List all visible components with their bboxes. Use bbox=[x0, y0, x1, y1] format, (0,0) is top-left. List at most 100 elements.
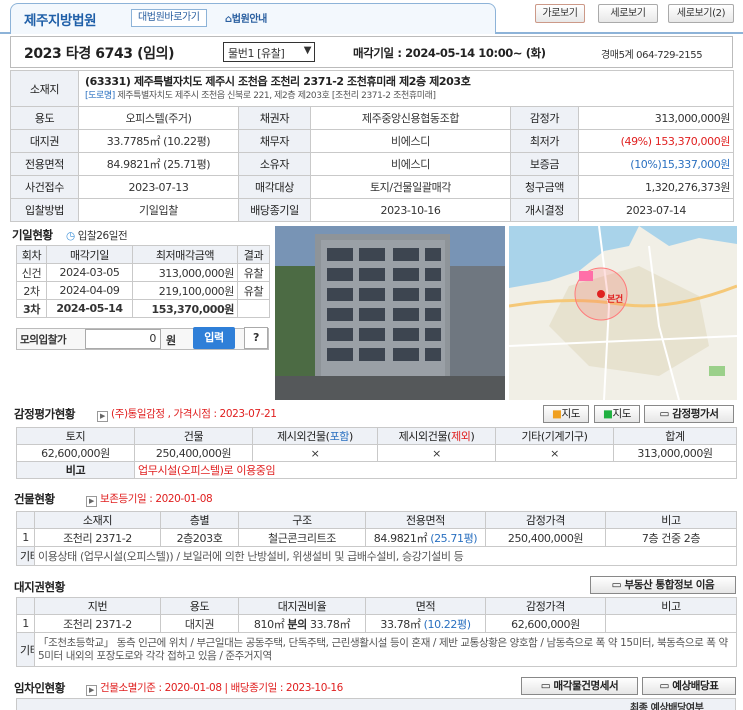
location-map[interactable]: 본건 bbox=[509, 226, 737, 400]
info-value: 2023-10-16 bbox=[310, 198, 511, 222]
info-label: 전용면적 bbox=[10, 152, 79, 176]
vertical-view2-button[interactable]: 세로보기(2) bbox=[668, 4, 734, 23]
sale-statement-button[interactable]: ▭ 매각물건명세서 bbox=[521, 677, 638, 695]
land-header: 용도 bbox=[160, 597, 239, 615]
building-header: 비고 bbox=[605, 511, 737, 529]
daum-icon: ■ bbox=[551, 408, 562, 420]
toggle-icon[interactable]: ▶ bbox=[86, 496, 97, 507]
appraisal-cell: 62,600,000원 bbox=[16, 444, 135, 462]
bidding-cell: 3차 bbox=[16, 299, 47, 318]
appraisal-note: 업무시설(오피스텔)로 이용중임 bbox=[134, 461, 737, 479]
bidding-cell bbox=[237, 299, 270, 318]
building-etc: 이용상태 (업무시설(오피스텔)) / 보일러에 의한 난방설비, 위생설비 및… bbox=[34, 546, 737, 566]
land-cell: 810㎡ 분의 33.78㎡ bbox=[238, 614, 366, 633]
tenant-table-header: 최종 예상배당여부 bbox=[16, 698, 736, 710]
road-tag: [도로명] bbox=[85, 90, 115, 101]
toggle-icon[interactable]: ▶ bbox=[86, 685, 97, 696]
horizontal-view-button[interactable]: 가로보기 bbox=[535, 4, 585, 23]
appraisal-note-label: 비고 bbox=[16, 461, 135, 479]
info-label: 채무자 bbox=[238, 129, 311, 153]
building-header: 전용면적 bbox=[365, 511, 486, 529]
building-photo-image bbox=[275, 226, 505, 400]
bidding-cell: 신건 bbox=[16, 263, 47, 282]
bidding-cell: 2024-04-09 bbox=[46, 281, 133, 300]
info-value: 2023-07-14 bbox=[577, 198, 735, 222]
building-cell: 2층203호 bbox=[160, 528, 239, 547]
property-info-table: 소재지 (63331) 제주특별자치도 제주시 조천읍 조천리 2371-2 조… bbox=[10, 70, 735, 222]
land-header bbox=[16, 597, 35, 615]
appraisal-header: 토지 bbox=[16, 427, 135, 445]
info-label: 개시결정 bbox=[510, 198, 579, 222]
mock-bid-label: 모의입찰가 bbox=[20, 334, 67, 346]
building-header: 감정가격 bbox=[485, 511, 606, 529]
building-sub: ▶ 보존등기일 : 2020-01-08 bbox=[86, 491, 213, 507]
property-photo[interactable] bbox=[275, 226, 505, 400]
appraisal-cell: 250,400,000원 bbox=[134, 444, 253, 462]
building-cell: 조천리 2371-2 bbox=[34, 528, 161, 547]
document-icon: ▭ bbox=[611, 579, 625, 591]
lot-select[interactable]: 물번1 [유찰] ▼ bbox=[223, 42, 315, 62]
land-cell: 1 bbox=[16, 614, 35, 633]
tenant-title: 임차인현황 bbox=[14, 681, 65, 695]
land-header: 대지권비율 bbox=[238, 597, 366, 615]
daum-map-button[interactable]: ■지도 bbox=[543, 405, 589, 423]
info-value: 33.7785㎡ (10.22평) bbox=[78, 129, 239, 153]
info-value: 비에스디 bbox=[310, 129, 511, 153]
dividend-table-button[interactable]: ▭ 예상배당표 bbox=[642, 677, 736, 695]
info-label: 대지권 bbox=[10, 129, 79, 153]
appraisal-sub: ▶ (주)통일감정 , 가격시점 : 2023-07-21 bbox=[97, 406, 277, 422]
land-header: 지번 bbox=[34, 597, 161, 615]
vertical-view-button[interactable]: 세로보기 bbox=[598, 4, 658, 23]
bidding-header: 최저매각금액 bbox=[132, 245, 238, 264]
help-button[interactable]: ? bbox=[244, 327, 268, 349]
mock-bid-input[interactable]: 0 bbox=[85, 329, 161, 349]
info-value: 오피스텔(주거) bbox=[78, 106, 239, 130]
bidding-table: 회차 매각기일 최저매각금액 결과 신건 2024-03-05 313,000,000원 유… bbox=[16, 245, 270, 318]
info-value: 제주중앙신용협동조합 bbox=[310, 106, 511, 130]
integrated-info-button[interactable]: ▭ 부동산 통합정보 이음 bbox=[590, 576, 736, 594]
appraisal-doc-button[interactable]: ▭ 감정평가서 bbox=[644, 405, 734, 423]
address: (63331) 제주특별자치도 제주시 조천읍 조천리 2371-2 조천휴미래… bbox=[85, 74, 471, 88]
court-guide-link[interactable]: ⌂법원안내 bbox=[225, 10, 267, 25]
building-header bbox=[16, 511, 35, 529]
info-label: 매각대상 bbox=[238, 175, 311, 199]
info-value: 2023-07-13 bbox=[78, 175, 239, 199]
bidding-cell: 2024-05-14 bbox=[46, 299, 133, 318]
appraisal-header: 합계 bbox=[613, 427, 737, 445]
appraisal-header: 제시외건물(포함) bbox=[252, 427, 378, 445]
info-label: 배당종기일 bbox=[238, 198, 311, 222]
document-icon: ▭ bbox=[540, 680, 554, 692]
building-cell: 250,400,000원 bbox=[485, 528, 606, 547]
bidding-header: 회차 bbox=[16, 245, 47, 264]
location-cell: (63331) 제주특별자치도 제주시 조천읍 조천리 2371-2 조천휴미래… bbox=[77, 70, 735, 107]
tenant-header: 최종 예상배당여부 bbox=[630, 703, 704, 710]
land-title: 대지권현황 bbox=[14, 580, 65, 594]
bidding-sub: ◷ 입찰26일전 bbox=[66, 230, 128, 242]
info-label: 감정가 bbox=[510, 106, 579, 130]
info-label: 용도 bbox=[10, 106, 79, 130]
minimum-price: (49%) 153,370,000원 bbox=[577, 129, 735, 153]
toggle-icon[interactable]: ▶ bbox=[97, 411, 108, 422]
info-value: 84.9821㎡ (25.71평) bbox=[78, 152, 239, 176]
appraisal-header: 건물 bbox=[134, 427, 253, 445]
naver-map-button[interactable]: ■지도 bbox=[594, 405, 640, 423]
appraisal-cell: × bbox=[377, 444, 496, 462]
bidding-cell: 153,370,000원 bbox=[132, 299, 238, 318]
land-cell: 대지권 bbox=[160, 614, 239, 633]
building-cell: 1 bbox=[16, 528, 35, 547]
appraisal-header: 기타(기계기구) bbox=[495, 427, 614, 445]
court-name: 제주지방법원 bbox=[24, 13, 97, 29]
bidding-cell: 2차 bbox=[16, 281, 47, 300]
tenant-sub: ▶ 건물소멸기준 : 2020-01-08 | 배당종기일 : 2023-10-1… bbox=[86, 680, 343, 696]
supreme-court-link-button[interactable]: 대법원바로가기 bbox=[131, 9, 207, 27]
building-etc-label: 기타 bbox=[16, 546, 35, 566]
document-icon: ▭ bbox=[659, 408, 673, 420]
mock-bid-submit-button[interactable]: 입력 bbox=[193, 327, 235, 349]
info-label: 소유자 bbox=[238, 152, 311, 176]
info-value: 비에스디 bbox=[310, 152, 511, 176]
deposit: (10%)15,337,000원 bbox=[577, 152, 735, 176]
land-cell: 62,600,000원 bbox=[485, 614, 606, 633]
appraisal-title: 감정평가현황 bbox=[14, 407, 76, 421]
info-value: 기일입찰 bbox=[78, 198, 239, 222]
building-title: 건물현황 bbox=[14, 492, 55, 506]
